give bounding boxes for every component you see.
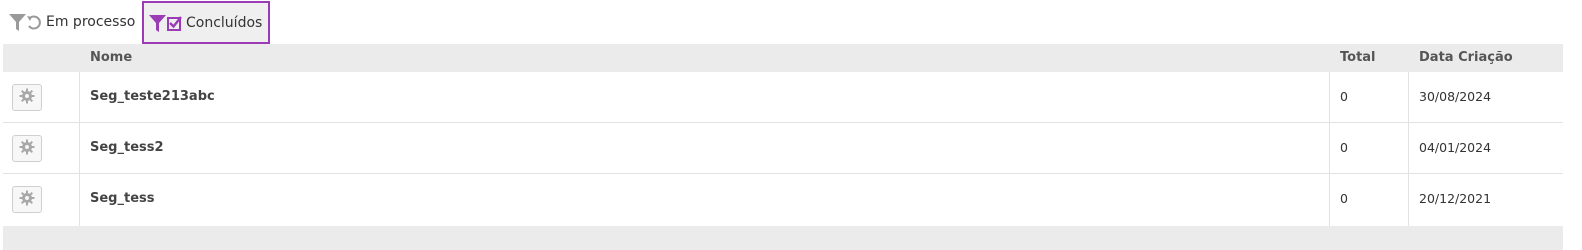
table-row[interactable]: Seg_tess2 0 04/01/2024 — [3, 123, 1563, 174]
table-header: Nome Total Data Criação — [3, 44, 1563, 72]
filter-check-icon — [148, 12, 182, 34]
gear-icon — [19, 190, 35, 210]
segments-table: Nome Total Data Criação Seg_teste213abc … — [3, 44, 1563, 250]
tab-concluidos[interactable]: Concluídos — [142, 1, 270, 44]
tab-label: Em processo — [46, 14, 136, 30]
column-header-total[interactable]: Total — [1340, 50, 1376, 65]
gear-icon — [19, 88, 35, 108]
row-settings-button[interactable] — [12, 135, 42, 162]
table-footer — [3, 226, 1563, 250]
row-date: 30/08/2024 — [1419, 89, 1492, 104]
row-date: 04/01/2024 — [1419, 140, 1492, 155]
row-date: 20/12/2021 — [1419, 191, 1492, 206]
toolbar: Em processo Concluídos — [0, 0, 1582, 44]
tab-em-processo[interactable]: Em processo — [4, 0, 138, 44]
row-total: 0 — [1340, 191, 1348, 206]
filter-refresh-icon — [8, 11, 42, 33]
column-header-nome[interactable]: Nome — [90, 50, 132, 65]
column-header-data-criacao[interactable]: Data Criação — [1419, 50, 1513, 65]
row-name: Seg_teste213abc — [90, 89, 215, 104]
row-name: Seg_tess — [90, 191, 155, 206]
tab-label: Concluídos — [186, 14, 263, 31]
row-name: Seg_tess2 — [90, 140, 164, 155]
gear-icon — [19, 139, 35, 159]
row-total: 0 — [1340, 140, 1348, 155]
row-settings-button[interactable] — [12, 84, 42, 111]
row-settings-button[interactable] — [12, 186, 42, 213]
table-row[interactable]: Seg_tess 0 20/12/2021 — [3, 174, 1563, 226]
table-body: Seg_teste213abc 0 30/08/2024 Seg_tess2 0… — [3, 72, 1563, 226]
table-row[interactable]: Seg_teste213abc 0 30/08/2024 — [3, 72, 1563, 123]
row-total: 0 — [1340, 89, 1348, 104]
